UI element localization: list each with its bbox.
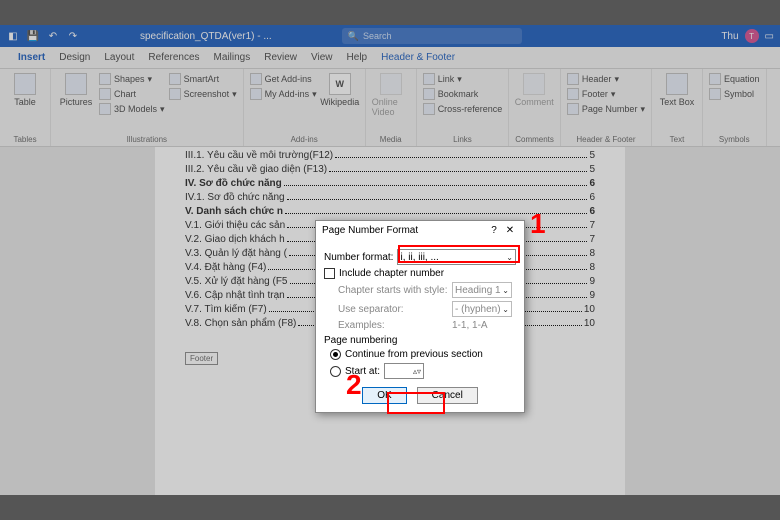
include-chapter-checkbox[interactable]	[324, 268, 335, 279]
examples-label: Examples:	[338, 320, 448, 331]
cancel-button[interactable]: Cancel	[417, 387, 478, 404]
continue-label: Continue from previous section	[345, 349, 483, 360]
separator-label: Use separator:	[338, 304, 448, 315]
continue-radio[interactable]	[330, 349, 341, 360]
start-at-radio[interactable]	[330, 366, 341, 377]
close-icon[interactable]: ✕	[502, 225, 518, 236]
page-numbering-label: Page numbering	[324, 335, 516, 346]
number-format-select[interactable]: i, ii, iii, ...⌄	[397, 249, 516, 265]
start-at-input[interactable]: ▵▿	[384, 363, 424, 379]
ok-button[interactable]: OK	[362, 387, 406, 404]
examples-value: 1-1, 1-A	[452, 320, 488, 331]
page-number-format-dialog: Page Number Format ? ✕ Number format: i,…	[315, 220, 525, 413]
dialog-title: Page Number Format	[322, 225, 486, 236]
chapter-style-select: Heading 1⌄	[452, 282, 512, 298]
number-format-label: Number format:	[324, 252, 393, 263]
chapter-style-label: Chapter starts with style:	[338, 285, 448, 296]
chevron-down-icon: ⌄	[506, 253, 513, 262]
help-icon[interactable]: ?	[486, 225, 502, 236]
separator-select: - (hyphen)⌄	[452, 301, 512, 317]
start-at-label: Start at:	[345, 366, 380, 377]
include-chapter-label: Include chapter number	[339, 268, 444, 279]
